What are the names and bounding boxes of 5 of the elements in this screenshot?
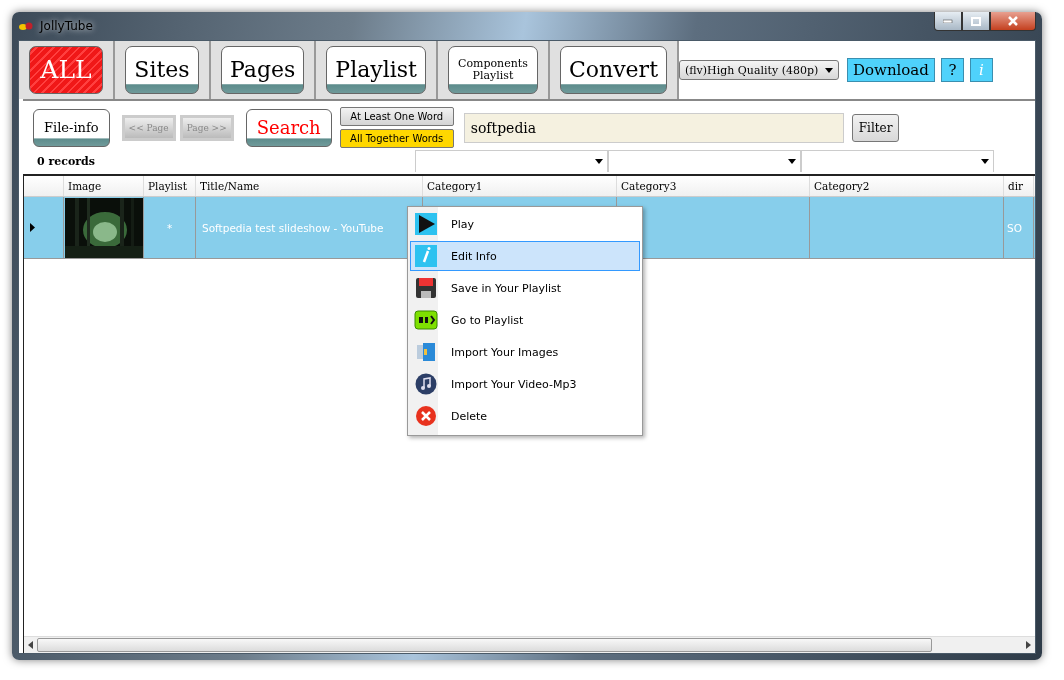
table-cell: Softpedia test slideshow - YouTube <box>202 221 384 234</box>
table-cell: * <box>166 221 173 234</box>
record-count: 0 records <box>36 154 96 168</box>
window-title: JollyTube <box>40 19 93 33</box>
table-cell: SO <box>1007 221 1022 234</box>
